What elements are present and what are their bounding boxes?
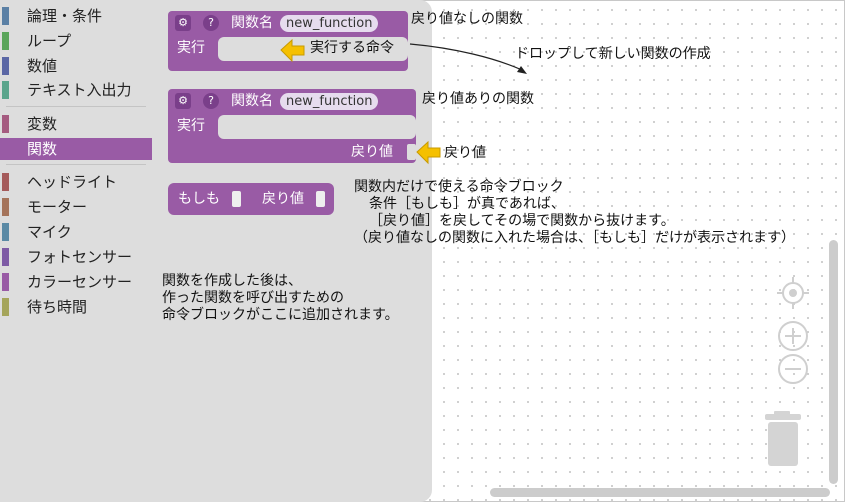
plus-icon[interactable]: [777, 320, 809, 352]
vertical-scrollbar[interactable]: [829, 240, 838, 484]
horizontal-scrollbar[interactable]: [490, 488, 830, 497]
drop-arrow-head: [517, 66, 527, 74]
minus-icon[interactable]: [777, 353, 809, 385]
annotation-arrows: [280, 38, 527, 165]
yellow-arrow-exec: [280, 38, 305, 63]
trash-icon[interactable]: [762, 408, 808, 468]
drop-arrow-curve: [409, 43, 523, 71]
yellow-arrow-return: [416, 140, 441, 165]
target-icon[interactable]: [776, 276, 810, 310]
